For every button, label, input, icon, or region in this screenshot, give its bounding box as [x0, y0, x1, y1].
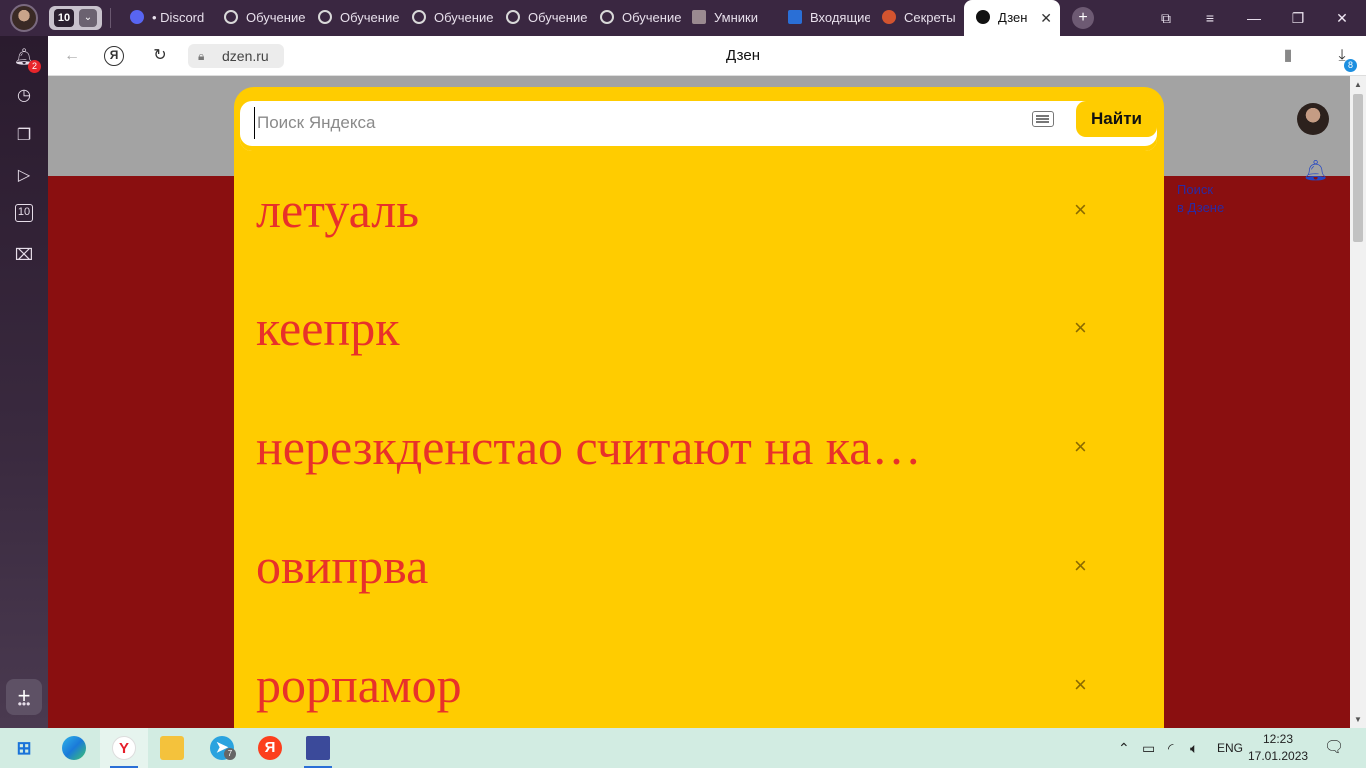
history-icon[interactable]: ◷: [12, 84, 36, 108]
tab-learning-2[interactable]: Обучение: [308, 0, 400, 36]
bookmark-icon[interactable]: ▮: [1276, 44, 1300, 68]
avatar[interactable]: [1297, 103, 1329, 135]
openai-icon: [224, 10, 238, 24]
video-icon[interactable]: ▷: [12, 164, 36, 188]
remove-suggestion-icon[interactable]: ×: [1074, 673, 1087, 697]
restore-button[interactable]: ❐: [1276, 0, 1320, 36]
show-hidden-icons[interactable]: ⌃: [1118, 728, 1130, 768]
app-icon: [306, 736, 330, 760]
new-tab-button[interactable]: +: [1072, 7, 1094, 29]
reload-icon[interactable]: ↻: [148, 44, 172, 68]
tab-learning-1[interactable]: Обучение: [214, 0, 306, 36]
back-icon[interactable]: ←: [60, 44, 84, 68]
start-button[interactable]: ⊞: [0, 728, 48, 768]
url-field[interactable]: 🔒︎ dzen.ru: [188, 44, 284, 68]
dm-icon: [692, 10, 706, 24]
battery-icon[interactable]: ▭: [1142, 728, 1155, 768]
divider: [110, 8, 111, 28]
search-input[interactable]: [254, 107, 1014, 139]
windows-taskbar: ⊞ Y ➤ 7 Я ⌃ ▭ ◜ 🔈︎ ENG 12:23 17.01.2023 …: [0, 728, 1366, 768]
tab-secrets[interactable]: Секреты: [872, 0, 964, 36]
address-bar: Дзен ← Я ↻ 🔒︎ dzen.ru ▮ ⤓ 8: [48, 36, 1366, 76]
menu-icon[interactable]: ≡: [1188, 0, 1232, 36]
notifications-center-icon[interactable]: 🗨︎: [1324, 728, 1344, 768]
yandex-browser-icon: Y: [112, 736, 136, 760]
openai-icon: [412, 10, 426, 24]
suggestion-item[interactable]: овипрва ×: [256, 526, 1106, 606]
openai-icon: [506, 10, 520, 24]
mail-icon: [788, 10, 802, 24]
edge-icon: [62, 736, 86, 760]
clock[interactable]: 12:23 17.01.2023: [1248, 731, 1308, 765]
yandex-icon[interactable]: Я: [104, 46, 124, 66]
chevron-down-icon: ⌄: [79, 9, 97, 27]
minimize-button[interactable]: —: [1232, 0, 1276, 36]
openai-icon: [600, 10, 614, 24]
tabs-count-icon[interactable]: 10: [15, 204, 33, 222]
tab-strip: 10 ⌄ • Discord Обучение Обучение Обучени…: [0, 0, 1366, 36]
tab-umniki[interactable]: Умники: [684, 0, 776, 36]
site-icon: [882, 10, 896, 24]
scroll-up-icon[interactable]: ▲: [1350, 80, 1366, 89]
suggestion-item[interactable]: рорпамор ×: [256, 645, 1106, 725]
remove-suggestion-icon[interactable]: ×: [1074, 554, 1087, 578]
dzen-icon: [976, 10, 990, 24]
lock-icon: 🔒︎: [198, 49, 205, 63]
language-indicator[interactable]: ENG: [1217, 728, 1243, 768]
more-icon[interactable]: •••: [12, 692, 36, 716]
tab-dzen[interactable]: Дзен ✕: [964, 0, 1060, 36]
search-box: Найти: [240, 101, 1157, 151]
screenshot-icon[interactable]: ⌧: [12, 244, 36, 268]
tab-group-count: 10: [54, 9, 74, 27]
openai-icon: [318, 10, 332, 24]
tab-group-button[interactable]: 10 ⌄: [49, 6, 102, 30]
downloads-badge: 8: [1344, 59, 1357, 72]
yandex-icon: Я: [258, 736, 282, 760]
tab-learning-5[interactable]: Обучение: [590, 0, 682, 36]
windows-icon: ⊞: [16, 738, 32, 758]
notifications-badge: 2: [28, 60, 41, 73]
taskbar-yandex[interactable]: Я: [246, 728, 294, 768]
taskbar-app[interactable]: [294, 728, 342, 768]
suggestion-item[interactable]: кеепрк ×: [256, 288, 1106, 368]
profile-avatar[interactable]: [10, 4, 38, 32]
suggestion-item[interactable]: нерезкденстао считают на ка… ×: [256, 407, 1106, 487]
remove-suggestion-icon[interactable]: ×: [1074, 316, 1087, 340]
suggestion-item[interactable]: летуаль ×: [256, 170, 1106, 250]
taskbar-edge[interactable]: [50, 728, 98, 768]
scroll-thumb[interactable]: [1353, 94, 1363, 242]
close-tab-icon[interactable]: ✕: [1040, 0, 1052, 36]
search-suggest-popup: Найти летуаль × кеепрк × нерезкденстао с…: [234, 87, 1164, 728]
close-window-button[interactable]: ✕: [1320, 0, 1364, 36]
keyboard-icon[interactable]: [1032, 111, 1054, 127]
notifications-icon[interactable]: 🔔︎: [1303, 158, 1328, 183]
taskbar-yandex-browser[interactable]: Y: [100, 728, 148, 768]
search-in-dzen-link[interactable]: Поиск в Дзене: [1177, 181, 1224, 217]
tab-learning-4[interactable]: Обучение: [496, 0, 588, 36]
browser-sidebar: 🔔︎ 2 ◷ ❐ ▷ 10 ⌧ + •••: [0, 36, 48, 728]
tab-inbox[interactable]: Входящие: [778, 0, 870, 36]
volume-icon[interactable]: 🔈︎: [1190, 728, 1198, 768]
telegram-badge: 7: [224, 748, 236, 760]
folder-icon: [160, 736, 184, 760]
remove-suggestion-icon[interactable]: ×: [1074, 435, 1087, 459]
taskbar-telegram[interactable]: ➤ 7: [198, 728, 246, 768]
find-button[interactable]: Найти: [1076, 101, 1157, 137]
wifi-icon[interactable]: ◜: [1168, 728, 1173, 768]
remove-suggestion-icon[interactable]: ×: [1074, 198, 1087, 222]
collections-icon[interactable]: ❐: [12, 124, 36, 148]
taskbar-explorer[interactable]: [148, 728, 196, 768]
tab-manager-icon[interactable]: ⧉: [1144, 0, 1188, 36]
scroll-down-icon[interactable]: ▼: [1350, 715, 1366, 724]
tab-discord[interactable]: • Discord: [120, 0, 212, 36]
page-scrollbar[interactable]: ▲ ▼: [1350, 76, 1366, 728]
discord-icon: [130, 10, 144, 24]
tab-learning-3[interactable]: Обучение: [402, 0, 494, 36]
